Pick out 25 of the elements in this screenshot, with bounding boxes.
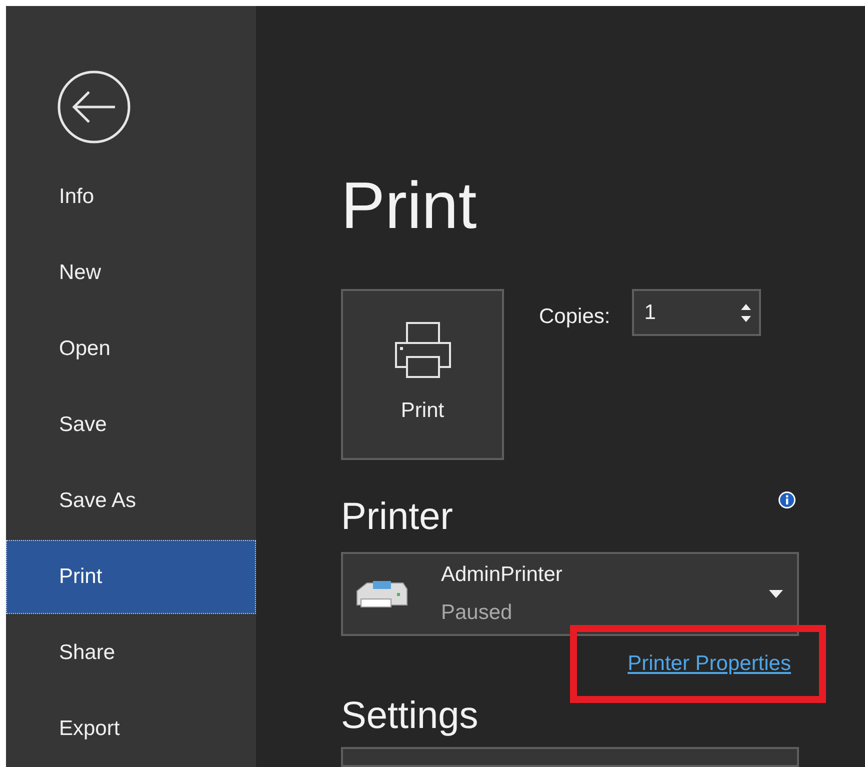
settings-heading: Settings [341, 694, 480, 740]
printer-icon [394, 321, 452, 379]
printer-properties-link[interactable]: Printer Properties [628, 648, 791, 680]
down-arrow-icon[interactable] [741, 316, 752, 322]
back-button[interactable] [57, 70, 131, 144]
printer-name: AdminPrinter [441, 562, 564, 588]
sidebar-item[interactable]: Share [6, 616, 256, 690]
sidebar-item[interactable]: New [6, 236, 256, 310]
up-arrow-icon[interactable] [741, 304, 752, 310]
printer-dropdown[interactable]: AdminPrinter Paused [341, 552, 799, 636]
sidebar-item[interactable]: Print [6, 540, 256, 614]
sidebar-item[interactable]: Save As [6, 464, 256, 538]
copies-label: Copies: [539, 304, 610, 330]
sidebar-item[interactable]: Export [6, 692, 256, 766]
page-title: Print [341, 167, 478, 244]
dropdown-caret-icon [769, 590, 783, 598]
printer-status: Paused [441, 600, 514, 626]
print-button[interactable]: Print [341, 289, 504, 460]
sidebar-item[interactable]: Save [6, 388, 256, 462]
copies-spinner[interactable]: 1 [632, 289, 762, 336]
copies-value: 1 [644, 300, 656, 326]
sidebar-item[interactable]: Open [6, 312, 256, 386]
printer-heading: Printer [341, 495, 453, 540]
info-icon[interactable] [778, 491, 796, 509]
sidebar-item[interactable]: Info [6, 160, 256, 234]
